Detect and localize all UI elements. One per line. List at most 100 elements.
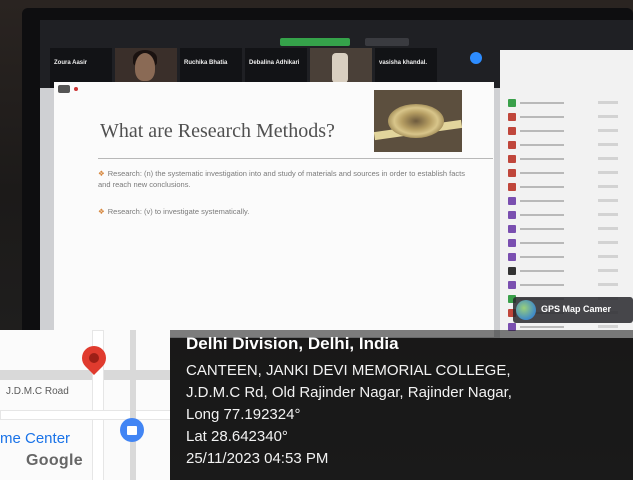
participant-avatar (508, 141, 516, 149)
map-road-label: J.D.M.C Road (6, 386, 69, 397)
participant-list-item[interactable] (508, 154, 626, 164)
photo-scene: Zoura Aasir Ruchika Bhatia Debalina Adhi… (0, 0, 633, 480)
participant-list-item[interactable] (508, 140, 626, 150)
map-place-label: me Center (0, 430, 71, 447)
bullet-marker-icon: ❖ (98, 207, 105, 216)
location-timestamp: 25/11/2023 04:53 PM (186, 450, 329, 467)
participant-avatar (508, 197, 516, 205)
participant-name-placeholder (520, 214, 564, 216)
gps-map-camera-badge: GPS Map Camer (513, 297, 633, 323)
mic-camera-icons (598, 115, 618, 118)
mic-camera-icons (598, 157, 618, 160)
map-road (0, 410, 170, 420)
shared-slide: What are Research Methods? ❖ Research: (n… (54, 82, 494, 337)
mic-camera-icons (598, 241, 618, 244)
gps-badge-label: GPS Map Camer (541, 304, 612, 314)
mic-camera-icons (598, 143, 618, 146)
participant-list-item[interactable] (508, 224, 626, 234)
location-longitude: Long 77.192324° (186, 406, 301, 423)
participant-name-placeholder (520, 284, 564, 286)
participant-name: Debalina Adhikari (249, 60, 300, 66)
participant-name-placeholder (520, 228, 564, 230)
participant-avatar (508, 211, 516, 219)
participant-avatar (508, 99, 516, 107)
view-options-button[interactable] (365, 38, 409, 46)
participant-list-item[interactable] (508, 266, 626, 276)
tape-roll (388, 104, 444, 138)
globe-icon (516, 300, 536, 320)
participant-face (135, 53, 155, 81)
meeting-status-pill[interactable] (280, 38, 350, 46)
participant-avatar (508, 113, 516, 121)
participant-avatar (508, 169, 516, 177)
participant-list-item[interactable] (508, 182, 626, 192)
slide-bullet-text: Research: (n) the systematic investigati… (98, 169, 465, 189)
participant-list-item[interactable] (508, 196, 626, 206)
participant-avatar (508, 267, 516, 275)
mic-camera-icons (598, 227, 618, 230)
participant-avatar (508, 225, 516, 233)
map-road (0, 370, 170, 380)
share-menu-icon[interactable] (58, 85, 70, 93)
mic-camera-icons (598, 255, 618, 258)
location-caption: Delhi Division, Delhi, India CANTEEN, JA… (170, 330, 633, 480)
participant-list-item[interactable] (508, 98, 626, 108)
participants-panel (500, 50, 633, 338)
mic-camera-icons (598, 325, 618, 328)
participant-list-item[interactable] (508, 252, 626, 262)
bullet-marker-icon: ❖ (98, 169, 105, 178)
shopping-bag-icon (120, 418, 144, 442)
participant-name: vasisha khandal. (379, 60, 428, 66)
mic-camera-icons (598, 185, 618, 188)
mic-camera-icons (598, 283, 618, 286)
location-pin-center (89, 353, 99, 363)
record-dot-icon (74, 87, 78, 91)
participant-name-placeholder (520, 116, 564, 118)
participant-name-placeholder (520, 242, 564, 244)
participant-name-placeholder (520, 186, 564, 188)
participant-name-placeholder (520, 130, 564, 132)
participant-name-placeholder (520, 256, 564, 258)
participant-list-item[interactable] (508, 238, 626, 248)
monitor-screen: Zoura Aasir Ruchika Bhatia Debalina Adhi… (40, 20, 633, 338)
slide-divider (98, 158, 493, 159)
location-line: CANTEEN, JANKI DEVI MEMORIAL COLLEGE, (186, 362, 511, 379)
participant-name-placeholder (520, 102, 564, 104)
participant-name-placeholder (520, 200, 564, 202)
google-logo: Google (26, 452, 83, 469)
participant-name-placeholder (520, 144, 564, 146)
location-line: J.D.M.C Rd, Old Rajinder Nagar, Rajinder… (186, 384, 512, 401)
mic-camera-icons (598, 269, 618, 272)
participant-avatar (508, 239, 516, 247)
participant-name-placeholder (520, 172, 564, 174)
participant-count-badge[interactable] (470, 52, 482, 64)
mic-camera-icons (598, 213, 618, 216)
participant-avatar (508, 127, 516, 135)
participant-list-item[interactable] (508, 210, 626, 220)
participant-avatar (508, 155, 516, 163)
participant-video (332, 53, 348, 83)
participant-name-placeholder (520, 270, 564, 272)
participant-avatar (508, 281, 516, 289)
slide-bullet: ❖ Research: (v) to investigate systematic… (98, 206, 478, 217)
participant-list-item[interactable] (508, 168, 626, 178)
mic-camera-icons (598, 199, 618, 202)
slide-bullet: ❖ Research: (n) the systematic investigat… (98, 168, 478, 190)
participant-avatar (508, 253, 516, 261)
participant-name-placeholder (520, 158, 564, 160)
map-thumbnail: J.D.M.C Road me Center Google (0, 330, 170, 480)
map-road (130, 330, 136, 480)
slide-bullet-text: Research: (v) to investigate systematica… (107, 207, 250, 216)
participant-avatar (508, 183, 516, 191)
participant-list-item[interactable] (508, 126, 626, 136)
measuring-tape-image (374, 90, 462, 152)
participant-name-placeholder (520, 326, 564, 328)
location-latitude: Lat 28.642340° (186, 428, 288, 445)
participant-name: Zoura Aasir (54, 60, 88, 66)
slide-title: What are Research Methods? (100, 120, 335, 142)
participant-list-item[interactable] (508, 112, 626, 122)
mic-camera-icons (598, 101, 618, 104)
participant-list-item[interactable] (508, 280, 626, 290)
location-title: Delhi Division, Delhi, India (186, 334, 399, 353)
mic-camera-icons (598, 171, 618, 174)
